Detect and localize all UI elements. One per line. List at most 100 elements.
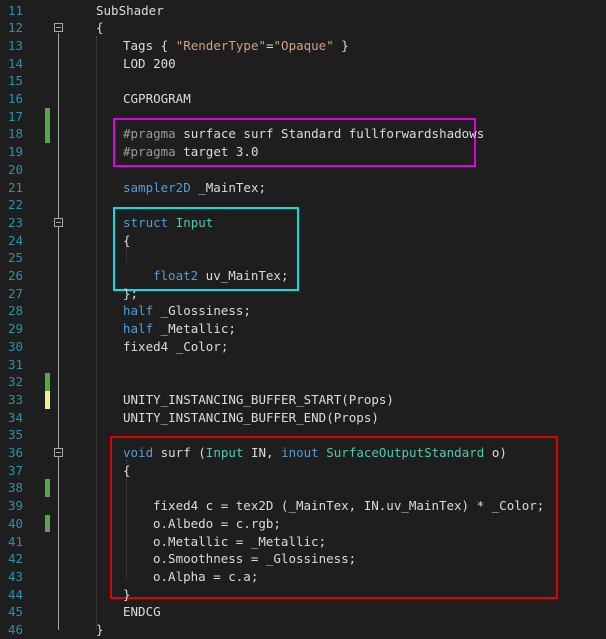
code-line[interactable]: 14 LOD 200 bbox=[0, 55, 606, 73]
line-number: 14 bbox=[7, 55, 23, 71]
code-line[interactable]: 35 bbox=[0, 426, 606, 444]
saved-change-marker bbox=[45, 373, 50, 391]
code-editor[interactable]: 11 SubShader 12 {13 Tags { "RenderType"="Opa… bbox=[0, 0, 606, 639]
code-line[interactable]: 18 #pragma surface surf Standard fullforw… bbox=[0, 125, 606, 144]
code-line[interactable]: 46} bbox=[0, 621, 606, 639]
code-line[interactable]: 30 fixed4 _Color; bbox=[0, 338, 606, 356]
code-token: fixed4 _Color; bbox=[123, 338, 229, 354]
code-line[interactable]: 37 { bbox=[0, 462, 606, 480]
code-token: } bbox=[123, 586, 131, 602]
code-line[interactable]: 16 CGPROGRAM bbox=[0, 90, 606, 108]
line-number: 40 bbox=[7, 515, 23, 531]
code-token: o.Albedo = c.rgb; bbox=[153, 515, 281, 531]
code-line[interactable]: 44} bbox=[0, 586, 606, 604]
code-token: SubShader bbox=[96, 2, 164, 18]
code-token: inout bbox=[281, 445, 319, 460]
code-line[interactable]: 20 bbox=[0, 161, 606, 179]
code-text: o.Metallic = _Metallic; bbox=[153, 533, 326, 551]
code-token: = bbox=[266, 37, 274, 53]
collapse-icon[interactable] bbox=[54, 448, 63, 457]
code-line[interactable]: 40 o.Albedo = c.rgb; bbox=[0, 514, 606, 533]
line-number: 45 bbox=[7, 604, 23, 620]
code-token: SurfaceOutputStandard bbox=[326, 445, 485, 460]
code-line[interactable]: 21 sampler2D _MainTex; bbox=[0, 179, 606, 197]
code-line[interactable]: 24 { bbox=[0, 232, 606, 250]
code-line[interactable]: 19 #pragma target 3.0 bbox=[0, 143, 606, 161]
code-text: } bbox=[123, 586, 131, 604]
code-token: fixed4 c = tex2D (_MainTex, IN.uv_MainTe… bbox=[153, 498, 545, 514]
code-token: struct bbox=[123, 214, 169, 230]
code-line[interactable]: 34 UNITY_INSTANCING_BUFFER_END(Props) bbox=[0, 409, 606, 427]
code-token: sampler2D bbox=[123, 179, 191, 195]
code-line[interactable]: 29 half _Metallic; bbox=[0, 320, 606, 338]
code-token: UNITY_INSTANCING_BUFFER_START(Props) bbox=[123, 391, 394, 407]
code-text: #pragma surface surf Standard fullforwar… bbox=[123, 125, 484, 143]
code-text: sampler2D _MainTex; bbox=[123, 179, 266, 197]
code-token: uv_MainTex; bbox=[198, 268, 289, 283]
code-token: #pragma bbox=[123, 126, 176, 142]
code-token: half bbox=[123, 321, 154, 337]
line-number: 33 bbox=[7, 391, 23, 407]
code-line[interactable]: 36 void surf (Input IN, inout SurfaceOutp… bbox=[0, 444, 606, 462]
code-line[interactable]: 31 bbox=[0, 356, 606, 374]
code-line[interactable]: 11 SubShader bbox=[0, 2, 606, 20]
code-line[interactable]: 12 { bbox=[0, 19, 606, 37]
code-text: { bbox=[123, 232, 131, 250]
saved-change-marker bbox=[45, 107, 50, 126]
code-line[interactable]: 43 o.Alpha = c.a; bbox=[0, 568, 606, 586]
code-token: "Opaque" bbox=[273, 37, 334, 53]
code-text: ENDCG bbox=[123, 603, 161, 621]
code-line[interactable]: 23 struct Input bbox=[0, 214, 606, 232]
code-line[interactable]: 27}; bbox=[0, 285, 606, 303]
line-number: 37 bbox=[7, 462, 23, 478]
line-number: 11 bbox=[7, 2, 23, 18]
line-number: 41 bbox=[7, 533, 23, 549]
code-text: o.Alpha = c.a; bbox=[153, 568, 258, 586]
line-number: 31 bbox=[7, 356, 23, 372]
collapse-icon[interactable] bbox=[54, 23, 63, 33]
code-line[interactable]: 17 bbox=[0, 107, 606, 126]
code-text: }; bbox=[123, 285, 138, 303]
code-token: half bbox=[123, 303, 154, 319]
code-line[interactable]: 38 bbox=[0, 479, 606, 498]
code-text: LOD 200 bbox=[123, 55, 176, 73]
line-number: 19 bbox=[7, 144, 23, 160]
line-number: 26 bbox=[7, 268, 23, 283]
code-token: _Glossiness; bbox=[153, 303, 251, 319]
code-token: o) bbox=[484, 445, 507, 460]
code-line[interactable]: 13 Tags { "RenderType"="Opaque" } bbox=[0, 37, 606, 55]
line-number: 27 bbox=[7, 285, 23, 301]
code-line[interactable]: 42 o.Smoothness = _Glossiness; bbox=[0, 550, 606, 568]
code-line[interactable]: 45 ENDCG bbox=[0, 603, 606, 621]
code-line[interactable]: 33 UNITY_INSTANCING_BUFFER_START(Props) bbox=[0, 390, 606, 409]
code-text: o.Albedo = c.rgb; bbox=[153, 515, 281, 533]
code-token: IN, bbox=[243, 445, 282, 460]
line-number: 44 bbox=[7, 586, 23, 602]
code-token: ENDCG bbox=[123, 604, 161, 620]
code-line[interactable]: 32 bbox=[0, 373, 606, 391]
line-number: 23 bbox=[7, 214, 23, 230]
code-line[interactable]: 26 float2 uv_MainTex; bbox=[0, 267, 606, 285]
code-line[interactable]: 41 o.Metallic = _Metallic; bbox=[0, 533, 606, 551]
code-text: UNITY_INSTANCING_BUFFER_START(Props) bbox=[123, 391, 394, 409]
code-text: struct Input bbox=[123, 214, 213, 232]
code-token: target 3.0 bbox=[175, 144, 259, 160]
line-number: 28 bbox=[7, 303, 23, 319]
line-number: 17 bbox=[7, 108, 23, 124]
line-number: 29 bbox=[7, 321, 23, 337]
saved-change-marker bbox=[45, 125, 50, 144]
saved-change-marker bbox=[45, 479, 50, 498]
code-token: Input bbox=[175, 214, 214, 230]
code-text: half _Glossiness; bbox=[123, 302, 251, 320]
code-line[interactable]: 25 bbox=[0, 249, 606, 267]
code-line[interactable]: 15 bbox=[0, 72, 606, 90]
code-text: { bbox=[123, 462, 131, 480]
code-line[interactable]: 28 half _Glossiness; bbox=[0, 302, 606, 320]
collapse-icon[interactable] bbox=[54, 217, 63, 227]
line-number: 32 bbox=[7, 374, 23, 390]
code-line[interactable]: 22 bbox=[0, 196, 606, 214]
line-number: 21 bbox=[7, 179, 23, 195]
code-line[interactable]: 39 fixed4 c = tex2D (_MainTex, IN.uv_Main… bbox=[0, 497, 606, 515]
line-number: 35 bbox=[7, 427, 23, 443]
